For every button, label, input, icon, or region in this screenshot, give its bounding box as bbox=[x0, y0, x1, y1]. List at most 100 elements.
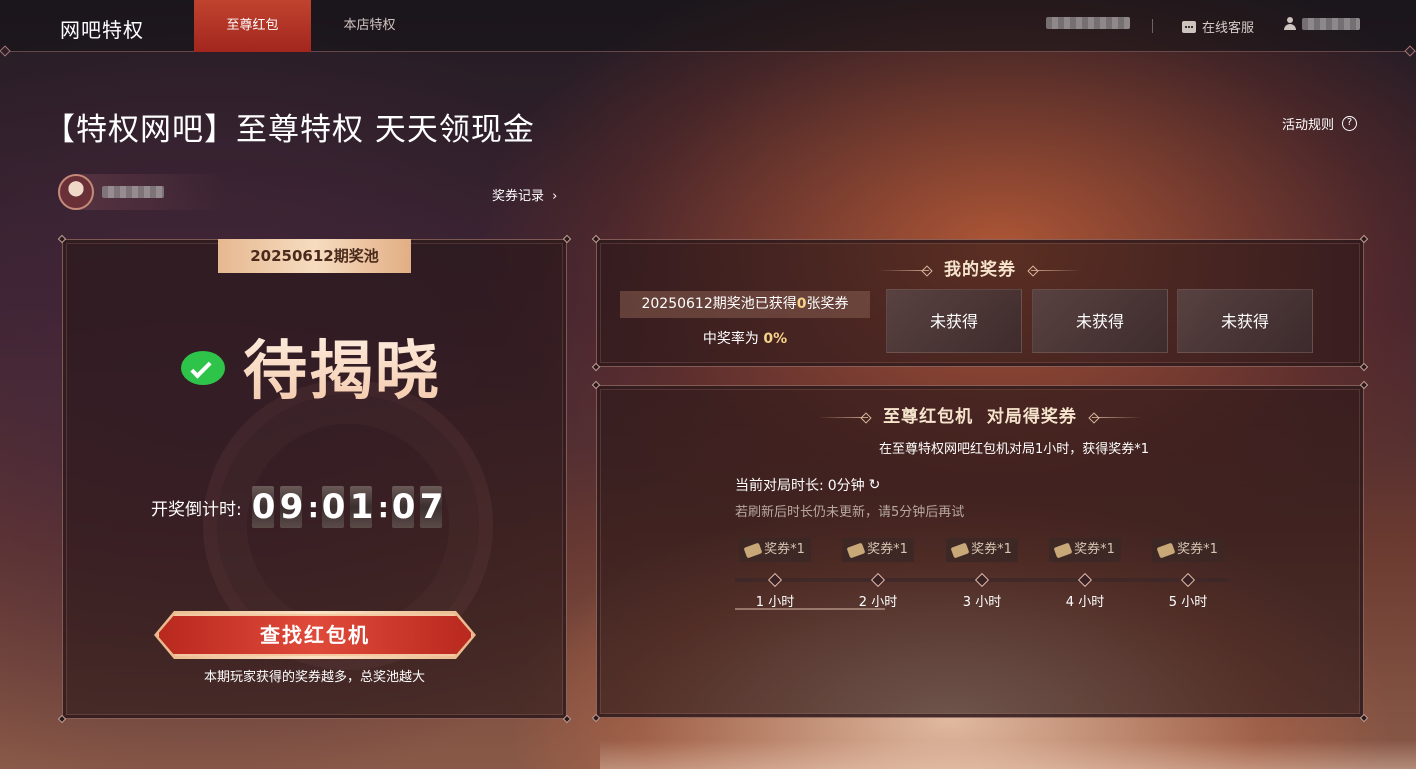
refresh-hint: 若刷新后时长仍未更新，请5分钟后再试 bbox=[735, 505, 965, 520]
title-deco bbox=[818, 416, 869, 418]
voucher-card: 未获得 bbox=[886, 289, 1022, 353]
chat-icon bbox=[1182, 20, 1196, 33]
milestone-label: 5 小时 bbox=[1168, 595, 1208, 610]
find-redpacket-machine-button[interactable]: 查找红包机 bbox=[157, 614, 473, 656]
draw-countdown: 开奖倒计时: 0 9 : 0 1 : 0 7 bbox=[151, 486, 444, 528]
milestone-item: 奖券*1 2 小时 bbox=[838, 538, 918, 610]
countdown-colon: : bbox=[377, 490, 389, 524]
rules-label: 活动规则 bbox=[1282, 118, 1335, 133]
countdown-colon: : bbox=[307, 490, 319, 524]
milestone-label: 3 小时 bbox=[962, 595, 1002, 610]
corner-deco bbox=[591, 362, 601, 372]
masked-username bbox=[1302, 17, 1360, 30]
corner-deco bbox=[1359, 713, 1369, 723]
user-info bbox=[58, 174, 228, 210]
ticket-icon bbox=[743, 542, 763, 558]
milestone-item: 奖券*1 4 小时 bbox=[1045, 538, 1125, 610]
voucher-card: 未获得 bbox=[1032, 289, 1168, 353]
corner-deco bbox=[57, 714, 67, 724]
brand-title: 网吧特权 bbox=[60, 18, 144, 42]
reward-label: 奖券*1 bbox=[971, 542, 1012, 557]
summary-suffix: 张奖券 bbox=[806, 296, 849, 312]
reward-badge: 奖券*1 bbox=[1152, 538, 1224, 562]
mission-panel: 至尊红包机 对局得奖券 在至尊特权网吧红包机对局1小时，获得奖券*1 当前对局时… bbox=[591, 380, 1369, 723]
reward-label: 奖券*1 bbox=[1177, 542, 1218, 557]
milestone-item: 奖券*1 1 小时 bbox=[735, 538, 815, 610]
refresh-icon[interactable]: ↻ bbox=[869, 477, 881, 493]
activity-rules-link[interactable]: 活动规则 ? bbox=[1282, 114, 1358, 133]
voucher-summary: 20250612期奖池已获得0张奖券 bbox=[620, 291, 870, 318]
question-icon: ? bbox=[1342, 116, 1358, 131]
reward-badge: 奖券*1 bbox=[1049, 538, 1121, 562]
milestone-node bbox=[870, 572, 886, 588]
corner-deco bbox=[591, 713, 601, 723]
mission-title: 至尊红包机 对局得奖券 bbox=[597, 402, 1363, 427]
countdown-digit: 9 bbox=[279, 486, 304, 528]
countdown-digit: 0 bbox=[391, 486, 416, 528]
ticket-icon bbox=[1156, 542, 1176, 558]
reward-badge: 奖券*1 bbox=[842, 538, 914, 562]
reward-badge: 奖券*1 bbox=[946, 538, 1018, 562]
my-vouchers-title-text: 我的奖券 bbox=[944, 260, 1016, 280]
user-menu[interactable] bbox=[1284, 17, 1360, 30]
current-play-time: 当前对局时长: 0分钟 ↻ bbox=[735, 475, 880, 495]
corner-deco bbox=[562, 234, 572, 244]
title-deco bbox=[879, 269, 930, 271]
win-rate: 中奖率为 0% bbox=[620, 328, 870, 348]
milestone-item: 奖券*1 3 小时 bbox=[942, 538, 1022, 610]
avatar bbox=[58, 174, 94, 210]
tab-supreme-redpacket[interactable]: 至尊红包 bbox=[194, 0, 311, 52]
countdown-digit: 0 bbox=[321, 486, 346, 528]
draw-status-text: 待揭晓 bbox=[243, 320, 441, 412]
corner-deco bbox=[1359, 234, 1369, 244]
corner-deco bbox=[591, 234, 601, 244]
mission-description: 在至尊特权网吧红包机对局1小时，获得奖券*1 bbox=[878, 442, 1150, 457]
milestone-label: 2 小时 bbox=[858, 595, 898, 610]
bottom-glow bbox=[600, 740, 1416, 769]
mission-title-text: 至尊红包机 对局得奖券 bbox=[883, 407, 1077, 427]
current-time-label: 当前对局时长: bbox=[735, 478, 824, 494]
prize-pool-panel: 20250612期奖池 待揭晓 开奖倒计时: 0 9 : 0 1 : 0 7 查… bbox=[57, 234, 572, 724]
milestone-track: 奖券*1 1 小时 奖券*1 2 小时 奖券*1 3 小时 奖券*1 4 小时 … bbox=[735, 538, 1229, 618]
corner-deco bbox=[1359, 380, 1369, 390]
milestone-node bbox=[1180, 572, 1196, 588]
voucher-record-label: 奖券记录 bbox=[492, 189, 545, 204]
account-id-masked bbox=[1046, 17, 1130, 29]
pool-hint: 本期玩家获得的奖券越多，总奖池越大 bbox=[203, 670, 425, 685]
win-rate-value: 0% bbox=[763, 331, 788, 347]
current-time-value: 0分钟 bbox=[827, 478, 865, 494]
corner-deco bbox=[57, 234, 67, 244]
milestone-label: 4 小时 bbox=[1065, 595, 1105, 610]
my-vouchers-panel: 我的奖券 20250612期奖池已获得0张奖券 中奖率为 0% 未获得 未获得 … bbox=[591, 234, 1369, 372]
ticket-icon bbox=[846, 542, 866, 558]
countdown-digit: 7 bbox=[419, 486, 444, 528]
my-vouchers-title: 我的奖券 bbox=[597, 255, 1363, 280]
title-deco bbox=[1091, 416, 1142, 418]
countdown-digit: 0 bbox=[251, 486, 276, 528]
milestone-item: 奖券*1 5 小时 bbox=[1148, 538, 1228, 610]
countdown-digit: 1 bbox=[349, 486, 374, 528]
tab-store-privilege[interactable]: 本店特权 bbox=[311, 0, 428, 52]
ticket-icon bbox=[950, 542, 970, 558]
countdown-label: 开奖倒计时: bbox=[151, 499, 242, 520]
reward-badge: 奖券*1 bbox=[739, 538, 811, 562]
corner-deco bbox=[562, 714, 572, 724]
voucher-record-link[interactable]: 奖券记录 › bbox=[492, 185, 557, 204]
customer-service-link[interactable]: 在线客服 bbox=[1182, 17, 1254, 36]
top-nav: 网吧特权 至尊红包 本店特权 在线客服 bbox=[0, 0, 1416, 52]
pool-period-tab: 20250612期奖池 bbox=[218, 239, 411, 273]
title-deco bbox=[1030, 269, 1081, 271]
reward-label: 奖券*1 bbox=[867, 542, 908, 557]
page-title: 【特权网吧】至尊特权 天天领现金 bbox=[44, 112, 535, 148]
reward-label: 奖券*1 bbox=[1074, 542, 1115, 557]
ticket-icon bbox=[1053, 542, 1073, 558]
find-button-label: 查找红包机 bbox=[260, 623, 370, 647]
masked-text bbox=[1046, 17, 1130, 29]
draw-status: 待揭晓 bbox=[181, 320, 441, 412]
corner-deco bbox=[1359, 362, 1369, 372]
milestone-label: 1 小时 bbox=[755, 595, 795, 610]
summary-count: 0 bbox=[796, 296, 807, 312]
nav-divider bbox=[1152, 19, 1153, 33]
reward-label: 奖券*1 bbox=[764, 542, 805, 557]
milestone-node bbox=[974, 572, 990, 588]
